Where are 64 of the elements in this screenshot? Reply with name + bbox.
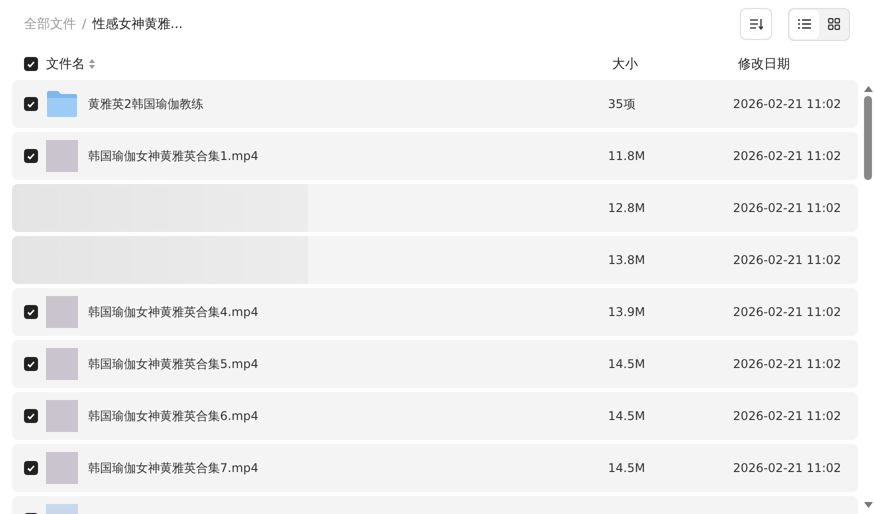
- file-size: 14.5M: [608, 409, 646, 423]
- check-icon: [27, 464, 35, 472]
- check-icon: [27, 412, 35, 420]
- select-all-checkbox[interactable]: [24, 57, 38, 71]
- file-name: 韩国瑜伽女神黄雅英合集1.mp4: [88, 148, 258, 164]
- photo-placeholder: [46, 400, 78, 432]
- modified-date: 2026-02-21 11:02: [733, 357, 842, 371]
- check-icon: [27, 60, 35, 68]
- file-row[interactable]: 黄雅英2韩国瑜伽教练 35项 2026-02-21 11:02: [12, 80, 858, 128]
- modified-date: 2026-02-21 11:02: [733, 461, 842, 475]
- file-name: 韩国瑜伽女神黄雅英合集4.mp4: [88, 304, 258, 320]
- file-row[interactable]: 韩国瑜伽女神黄雅英合集4.mp4 13.9M 2026-02-21 11:02: [12, 288, 858, 336]
- list-view-button[interactable]: [790, 10, 819, 38]
- check-icon: [27, 100, 35, 108]
- breadcrumb-item: 性感女神黄雅...: [92, 16, 183, 33]
- list-icon: [798, 19, 811, 29]
- sort-button[interactable]: [740, 8, 772, 40]
- row-checkbox[interactable]: [24, 149, 38, 163]
- modified-date: 2026-02-21 11:02: [733, 305, 842, 319]
- sort-arrows-icon: [89, 59, 95, 69]
- file-size: 14.5M: [608, 357, 646, 371]
- row-checkbox[interactable]: [24, 409, 38, 423]
- modified-date: 2026-02-21 11:02: [733, 97, 842, 111]
- grid-icon: [828, 18, 840, 30]
- file-size: 12.8M: [608, 201, 646, 215]
- photo-placeholder: [46, 296, 78, 328]
- photo-placeholder: [46, 452, 78, 484]
- scroll-up-arrow-icon[interactable]: [864, 86, 872, 92]
- file-name: 韩国瑜伽女神黄雅英合集6.mp4: [88, 408, 258, 424]
- folder-icon: [46, 90, 78, 118]
- file-size: 13.9M: [608, 305, 646, 319]
- sort-icon: [749, 18, 763, 30]
- file-row[interactable]: 韩国瑜伽女神黄雅英合集7.mp4 14.5M 2026-02-21 11:02: [12, 444, 858, 492]
- file-name: 韩国瑜伽女神黄雅英合集5.mp4: [88, 356, 258, 372]
- check-icon: [27, 360, 35, 368]
- scrollbar-thumb[interactable]: [864, 96, 872, 180]
- file-size: 11.8M: [608, 149, 646, 163]
- check-icon: [27, 308, 35, 316]
- modified-date: 2026-02-21 11:02: [733, 253, 842, 267]
- breadcrumb-separator: /: [82, 16, 86, 32]
- check-icon: [27, 152, 35, 160]
- scroll-down-arrow-icon[interactable]: [864, 502, 872, 508]
- file-row[interactable]: 13.8M 2026-02-21 11:02: [12, 236, 858, 284]
- size-column-header: 大小: [612, 56, 639, 73]
- file-size: 35项: [608, 96, 636, 112]
- file-row[interactable]: 12.8M 2026-02-21 11:02: [12, 184, 858, 232]
- file-row[interactable]: 韩国瑜伽女神黄雅英合集1.mp4 11.8M 2026-02-21 11:02: [12, 132, 858, 180]
- file-size: 13.8M: [608, 253, 646, 267]
- file-row[interactable]: 韩国瑜伽女神黄雅英合集5.mp4 14.5M 2026-02-21 11:02: [12, 340, 858, 388]
- modified-date: 2026-02-21 11:02: [733, 201, 842, 215]
- name-column-header[interactable]: 文件名: [46, 55, 85, 73]
- row-checkbox[interactable]: [24, 461, 38, 475]
- row-checkbox[interactable]: [24, 97, 38, 111]
- file-name: 黄雅英2韩国瑜伽教练: [88, 96, 204, 112]
- modified-date: 2026-02-21 11:02: [733, 409, 842, 423]
- file-name: 韩国瑜伽女神黄雅英合集7.mp4: [88, 460, 258, 476]
- modified-date: 2026-02-21 11:02: [733, 149, 842, 163]
- file-row[interactable]: 韩国瑜伽女神黄雅英合集6.mp4 14.5M 2026-02-21 11:02: [12, 392, 858, 440]
- photo-placeholder: [46, 140, 78, 172]
- row-checkbox[interactable]: [24, 357, 38, 371]
- date-column-header: 修改日期: [738, 56, 791, 73]
- file-size: 14.5M: [608, 461, 646, 475]
- row-checkbox[interactable]: [24, 305, 38, 319]
- photo-placeholder: [46, 348, 78, 380]
